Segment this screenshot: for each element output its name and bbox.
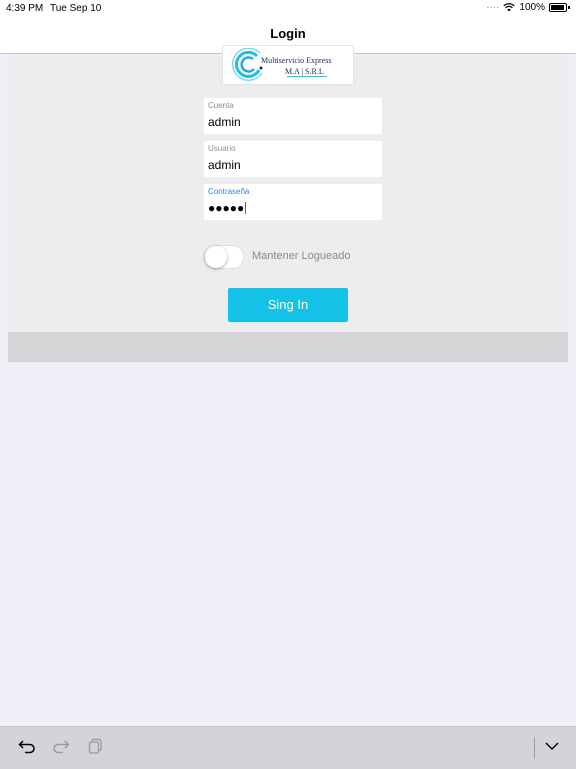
usuario-label: Usuario: [208, 144, 236, 153]
text-caret: [245, 202, 247, 214]
status-bar: 4:39 PM Tue Sep 10 ···· 100%: [0, 0, 576, 17]
cuenta-label: Cuenta: [208, 101, 234, 110]
sign-in-button[interactable]: Sing In: [228, 288, 348, 322]
usuario-field[interactable]: Usuario admin: [204, 141, 382, 177]
battery-icon: [549, 3, 567, 12]
keyboard-shortcut-bar: [0, 726, 576, 769]
logo-text-line1: Multiservicio Express: [261, 56, 332, 65]
clipboard-icon[interactable]: [88, 738, 104, 754]
password-label: Contraseña: [208, 187, 250, 196]
cuenta-field[interactable]: Cuenta admin: [204, 98, 382, 134]
undo-icon[interactable]: [18, 738, 36, 754]
battery-percent: 100%: [519, 2, 545, 13]
keep-logged-label: Mantener Logueado: [252, 250, 351, 262]
logo-text-line2: M.A | S.R.L: [285, 67, 324, 76]
redo-icon[interactable]: [52, 738, 70, 754]
password-value-wrap[interactable]: ●●●●●: [208, 201, 247, 215]
toggle-knob: [205, 246, 227, 268]
signal-dots-icon: ····: [486, 2, 500, 13]
content-footer-band: [8, 332, 568, 362]
company-logo: Multiservicio Express M.A | S.R.L: [223, 46, 353, 84]
password-field[interactable]: Contraseña ●●●●●: [204, 184, 382, 220]
usuario-value[interactable]: admin: [208, 158, 241, 172]
status-time: 4:39 PM: [6, 3, 44, 14]
page-title: Login: [270, 26, 306, 41]
login-panel: Multiservicio Express M.A | S.R.L Cuenta…: [8, 46, 568, 332]
keep-logged-toggle[interactable]: [204, 245, 244, 269]
chevron-down-icon[interactable]: [545, 741, 559, 751]
logo-swirl-icon: [231, 48, 263, 81]
cuenta-value[interactable]: admin: [208, 115, 241, 129]
toolbar-divider: [534, 737, 535, 759]
status-date: Tue Sep 10: [50, 3, 102, 14]
logo-underline: [287, 76, 327, 77]
battery-tip: [568, 6, 570, 9]
wifi-icon: [503, 3, 516, 12]
password-value: ●●●●●: [208, 201, 245, 215]
status-right: ···· 100%: [486, 2, 570, 13]
